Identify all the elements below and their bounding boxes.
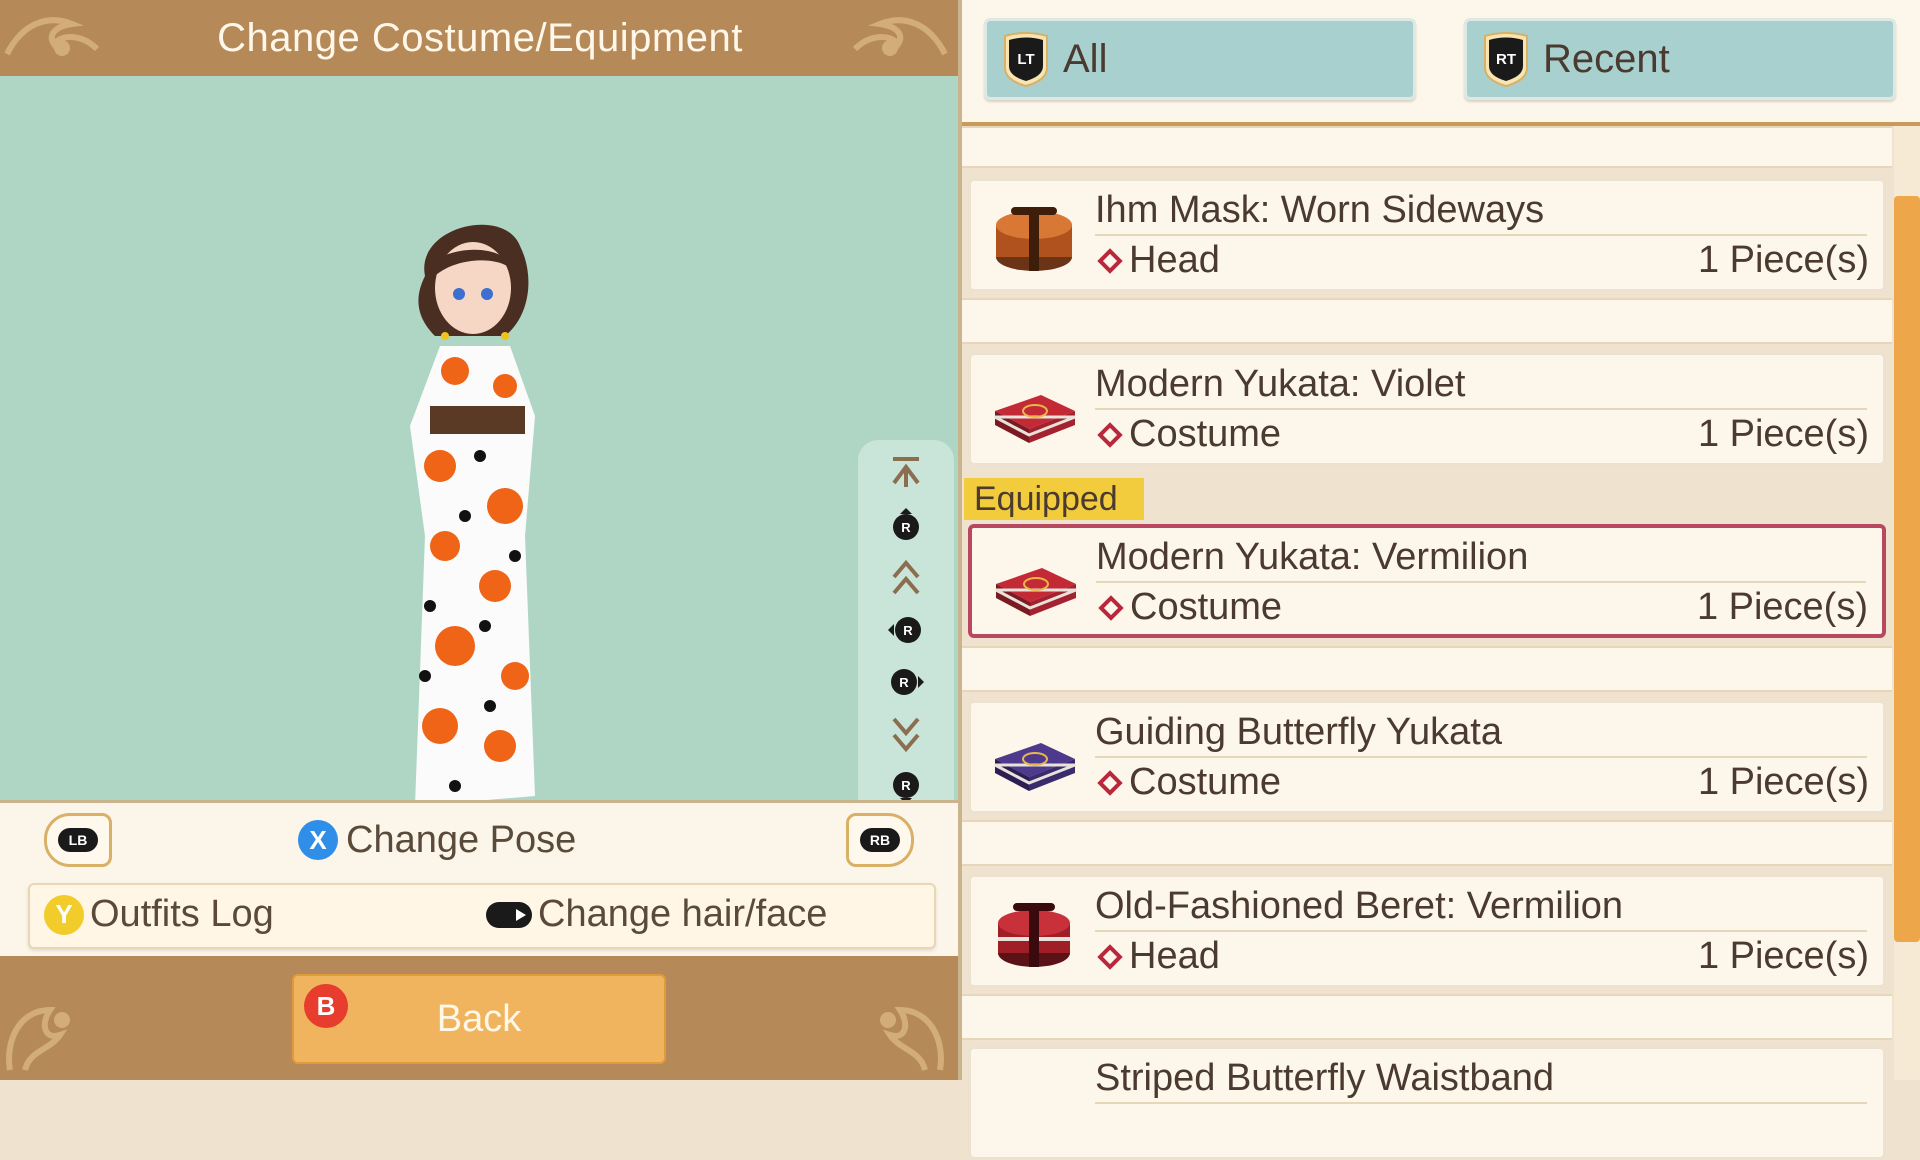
list-item[interactable]: Ihm Mask: Worn Sideways Head 1 Piece(s): [968, 178, 1886, 292]
list-band: [962, 126, 1892, 168]
lb-button[interactable]: LB: [44, 813, 112, 867]
back-label: Back: [436, 997, 522, 1040]
list-item[interactable]: Modern Yukata: Violet Costume 1 Piece(s): [968, 352, 1886, 466]
zoom-max-icon[interactable]: [884, 452, 928, 492]
red-flat-box-icon: [994, 395, 1076, 443]
preview-panel: Change Costume/Equipment R R R R LB X Ch…: [0, 0, 960, 1080]
diamond-icon: [1098, 594, 1124, 621]
item-type: Costume: [1095, 413, 1281, 456]
diamond-icon: [1097, 247, 1123, 274]
item-quantity: 1 Piece(s): [1697, 239, 1869, 281]
list-item-equipped[interactable]: Modern Yukata: Vermilion Costume 1 Piece…: [968, 524, 1886, 638]
svg-text:R: R: [901, 520, 911, 535]
item-name: Striped Butterfly Waistband: [1095, 1057, 1867, 1104]
diamond-icon: [1097, 943, 1123, 970]
lb-label: LB: [58, 828, 98, 852]
b-button-icon: B: [304, 984, 348, 1028]
change-hair-face-button[interactable]: Change hair/face: [486, 893, 827, 936]
item-type: Costume: [1096, 586, 1282, 629]
red-flat-box-icon: [995, 568, 1077, 616]
ornament-icon: [852, 17, 948, 56]
list-item[interactable]: Old-Fashioned Beret: Vermilion Head 1 Pi…: [968, 874, 1886, 988]
item-quantity: 1 Piece(s): [1696, 586, 1868, 628]
rb-button[interactable]: RB: [846, 813, 914, 867]
svg-text:R: R: [903, 623, 913, 638]
control-hints: LB X Change Pose RB Y Outfits Log Change…: [0, 800, 958, 957]
item-panel: LT All RT Recent Ihm Mask: Worn Sideways…: [962, 0, 1920, 1160]
rstick-up-icon[interactable]: R: [884, 505, 928, 545]
list-band: [962, 298, 1892, 344]
right-stick-icon: [486, 901, 532, 928]
item-name: Modern Yukata: Violet: [1095, 363, 1867, 410]
red-round-box-icon: [998, 903, 1070, 967]
rb-label: RB: [860, 828, 900, 852]
footer-bar: B Back: [0, 956, 960, 1080]
brown-round-box-icon: [996, 207, 1072, 271]
item-type: Head: [1095, 935, 1220, 978]
change-pose-button[interactable]: X Change Pose: [298, 815, 576, 865]
outfits-log-button[interactable]: Y Outfits Log: [44, 893, 274, 936]
list-band: [962, 646, 1892, 692]
svg-text:R: R: [901, 778, 911, 793]
item-type: Head: [1095, 239, 1220, 282]
page-title: Change Costume/Equipment: [217, 15, 743, 60]
item-name: Guiding Butterfly Yukata: [1095, 711, 1867, 758]
rstick-right-icon[interactable]: R: [884, 662, 928, 702]
ornament-icon: [4, 17, 100, 56]
item-name: Ihm Mask: Worn Sideways: [1095, 189, 1867, 236]
back-button[interactable]: B Back: [292, 974, 666, 1064]
character-stage[interactable]: R R R R: [0, 76, 958, 872]
tilt-down-icon[interactable]: [884, 715, 928, 755]
tab-recent-label: Recent: [1543, 36, 1670, 81]
lt-trigger-icon: LT: [1004, 32, 1048, 88]
item-type-label: Head: [1129, 935, 1220, 977]
item-type-label: Costume: [1129, 761, 1282, 803]
rstick-left-icon[interactable]: R: [884, 610, 928, 650]
secondary-actions: Y Outfits Log Change hair/face: [28, 883, 936, 949]
item-type-label: Head: [1129, 239, 1220, 281]
item-name: Modern Yukata: Vermilion: [1096, 536, 1866, 583]
ornament-icon: [6, 1006, 70, 1072]
purple-flat-box-icon: [994, 743, 1076, 791]
change-hair-face-label: Change hair/face: [538, 893, 828, 935]
list-item[interactable]: Striped Butterfly Waistband: [968, 1046, 1886, 1160]
outfits-log-label: Outfits Log: [90, 893, 274, 935]
list-band: [962, 994, 1892, 1040]
diamond-icon: [1097, 421, 1123, 448]
item-list: Ihm Mask: Worn Sideways Head 1 Piece(s) …: [962, 126, 1892, 1160]
svg-text:LT: LT: [1017, 51, 1034, 68]
diamond-icon: [1097, 769, 1123, 796]
list-item[interactable]: Guiding Butterfly Yukata Costume 1 Piece…: [968, 700, 1886, 814]
list-band: [962, 820, 1892, 866]
scrollbar-thumb[interactable]: [1894, 196, 1920, 942]
tab-all-label: All: [1063, 36, 1108, 81]
item-name: Old-Fashioned Beret: Vermilion: [1095, 885, 1867, 932]
tilt-up-icon[interactable]: [884, 557, 928, 597]
tab-recent[interactable]: RT Recent: [1464, 18, 1896, 100]
item-quantity: 1 Piece(s): [1697, 935, 1869, 977]
ornament-icon: [880, 1006, 944, 1072]
svg-text:R: R: [899, 675, 909, 690]
rt-trigger-icon: RT: [1484, 32, 1528, 88]
x-button-icon: X: [298, 820, 338, 860]
tab-bar: LT All RT Recent: [962, 0, 1920, 126]
item-quantity: 1 Piece(s): [1697, 413, 1869, 455]
item-type-label: Costume: [1130, 586, 1283, 628]
change-pose-label: Change Pose: [346, 818, 577, 861]
title-bar: Change Costume/Equipment: [0, 0, 960, 76]
equipped-badge: Equipped: [964, 478, 1144, 520]
tab-all[interactable]: LT All: [984, 18, 1416, 100]
item-type-label: Costume: [1129, 413, 1282, 455]
svg-text:RT: RT: [1496, 51, 1516, 68]
character-model: [410, 224, 535, 826]
item-quantity: 1 Piece(s): [1697, 761, 1869, 803]
item-type: Costume: [1095, 761, 1281, 804]
y-button-icon: Y: [44, 894, 84, 935]
